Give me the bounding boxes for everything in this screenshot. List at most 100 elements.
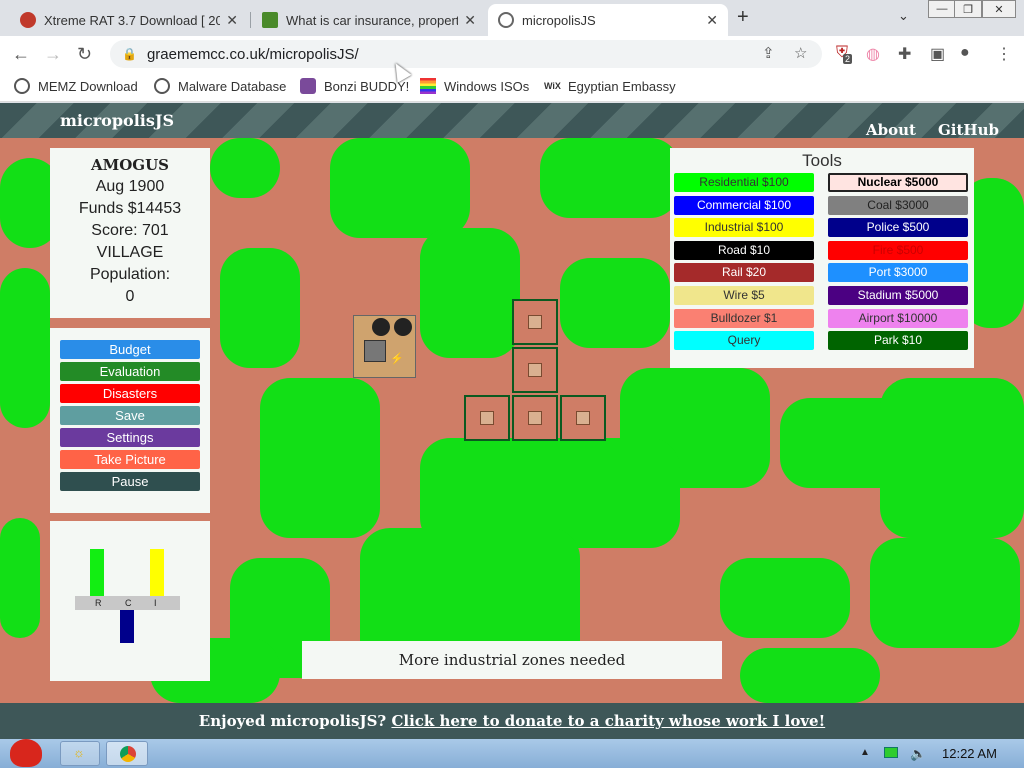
- taskbar-chrome[interactable]: [106, 741, 148, 766]
- taskbar-clock[interactable]: 12:22 AM: [942, 746, 997, 761]
- save-button[interactable]: Save: [60, 406, 200, 425]
- industrial-zone[interactable]: [512, 299, 558, 345]
- industrial-zone[interactable]: [560, 395, 606, 441]
- angry-bird-start-icon: [10, 739, 42, 767]
- tab-car-insurance[interactable]: What is car insurance, propert ✕: [252, 4, 486, 36]
- disasters-button[interactable]: Disasters: [60, 384, 200, 403]
- profile-avatar-icon[interactable]: ●: [960, 44, 970, 62]
- globe-icon: [14, 78, 30, 94]
- industrial-zone[interactable]: [512, 347, 558, 393]
- tool-commercial-button[interactable]: Commercial $100: [674, 195, 814, 215]
- back-arrow-icon[interactable]: ←: [12, 44, 30, 65]
- coal-power-plant[interactable]: ⚡: [353, 315, 416, 378]
- tool-wire-button[interactable]: Wire $5: [674, 286, 814, 305]
- micropolis-page: ⚡ micropolisJS About GitHub AMOGUS Aug 1…: [0, 103, 1024, 703]
- extension-flag-icon[interactable]: ◍: [866, 44, 880, 64]
- extensions-puzzle-icon[interactable]: ✚: [898, 44, 911, 64]
- tool-airport-button[interactable]: Airport $10000: [828, 308, 968, 328]
- rci-label-r: R: [95, 598, 102, 608]
- about-link[interactable]: About: [866, 121, 916, 139]
- rainbow-flag-icon: [420, 78, 436, 94]
- tool-fire-button[interactable]: Fire $500: [828, 240, 968, 260]
- tool-bulldozer-button[interactable]: Bulldozer $1: [674, 308, 814, 328]
- budget-button[interactable]: Budget: [60, 340, 200, 359]
- tool-park-button[interactable]: Park $10: [828, 331, 968, 351]
- bookmarks-bar: MEMZ Download Malware Database Bonzi BUD…: [0, 72, 1024, 102]
- restore-window-icon[interactable]: ❐: [954, 0, 982, 18]
- minimize-window-icon[interactable]: —: [928, 0, 956, 18]
- bookmark-egyptian-embassy[interactable]: WiX Egyptian Embassy: [544, 78, 676, 94]
- population-value: 0: [125, 288, 135, 305]
- bookmark-malware-database[interactable]: Malware Database: [154, 78, 286, 94]
- url-text[interactable]: graememcc.co.uk/micropolisJS/: [147, 46, 359, 63]
- industrial-zone[interactable]: [464, 395, 510, 441]
- footer-prefix: Enjoyed micropolisJS?: [198, 712, 387, 730]
- reload-icon[interactable]: ↻: [77, 44, 92, 65]
- new-tab-plus-icon[interactable]: +: [737, 6, 749, 29]
- close-window-icon[interactable]: ✕: [982, 0, 1016, 18]
- bookmark-memz[interactable]: MEMZ Download: [14, 78, 138, 94]
- pause-button[interactable]: Pause: [60, 472, 200, 491]
- site-logo[interactable]: micropolisJS: [60, 111, 174, 130]
- tool-query-button[interactable]: Query: [674, 331, 814, 351]
- wix-icon: WiX: [544, 81, 561, 91]
- taskbar-explorer[interactable]: ☼: [60, 741, 100, 766]
- rci-label-i: I: [154, 598, 157, 608]
- globe-icon: [498, 12, 514, 28]
- donate-link[interactable]: Click here to donate to a charity whose …: [391, 712, 825, 730]
- donate-footer: Enjoyed micropolisJS? Click here to dona…: [0, 703, 1024, 739]
- rci-demand-panel: R C I: [50, 521, 210, 681]
- tool-residential-button[interactable]: Residential $100: [674, 173, 814, 192]
- github-link[interactable]: GitHub: [938, 121, 999, 139]
- tool-industrial-button[interactable]: Industrial $100: [674, 218, 814, 238]
- take-picture-button[interactable]: Take Picture: [60, 450, 200, 469]
- status-message: More industrial zones needed: [302, 641, 722, 679]
- city-class: VILLAGE: [96, 244, 164, 261]
- side-panel-icon[interactable]: ▣: [930, 44, 945, 64]
- site-header: micropolisJS About GitHub: [0, 103, 1024, 139]
- tool-police-button[interactable]: Police $500: [828, 218, 968, 238]
- industrial-demand-bar: [150, 549, 164, 596]
- tool-rail-button[interactable]: Rail $20: [674, 263, 814, 283]
- evaluation-button[interactable]: Evaluation: [60, 362, 200, 381]
- start-button[interactable]: [4, 735, 48, 768]
- tray-expand-icon[interactable]: ▲: [860, 747, 870, 758]
- grass-terrain: [880, 378, 1024, 538]
- tab-xtreme-rat[interactable]: Xtreme RAT 3.7 Download [ 20 ✕: [10, 4, 248, 36]
- tab-divider: [250, 12, 251, 28]
- settings-button[interactable]: Settings: [60, 428, 200, 447]
- forward-arrow-icon[interactable]: →: [44, 44, 62, 65]
- tool-stadium-button[interactable]: Stadium $5000: [828, 286, 968, 305]
- tab-search-chevron-icon[interactable]: ⌄: [898, 8, 909, 24]
- bookmark-bonzi-buddy[interactable]: Bonzi BUDDY!: [300, 78, 409, 94]
- grass-terrain: [260, 378, 380, 538]
- bookmark-star-icon[interactable]: ☆: [794, 44, 807, 62]
- tool-nuclear-button[interactable]: Nuclear $5000: [828, 173, 968, 192]
- grass-terrain: [540, 138, 680, 218]
- industrial-zone[interactable]: [512, 395, 558, 441]
- grass-terrain: [0, 268, 50, 428]
- close-tab-icon[interactable]: ✕: [706, 12, 718, 29]
- game-date: Aug 1900: [95, 178, 165, 195]
- tool-road-button[interactable]: Road $10: [674, 240, 814, 260]
- extension-badge: 2: [843, 54, 853, 64]
- commercial-demand-bar: [120, 610, 134, 643]
- share-icon[interactable]: ⇪: [762, 44, 775, 62]
- game-menu-panel: Budget Evaluation Disasters Save Setting…: [50, 328, 210, 513]
- address-bar[interactable]: 🔒 graememcc.co.uk/micropolisJS/: [110, 40, 822, 68]
- grass-terrain: [220, 248, 300, 368]
- volume-icon[interactable]: 🔈: [910, 746, 926, 762]
- grass-terrain: [420, 228, 520, 358]
- tool-port-button[interactable]: Port $3000: [828, 263, 968, 283]
- tab-micropolisjs[interactable]: micropolisJS ✕: [488, 4, 728, 36]
- close-tab-icon[interactable]: ✕: [464, 12, 476, 29]
- more-menu-icon[interactable]: ⋮: [996, 44, 1012, 64]
- bookmark-windows-isos[interactable]: Windows ISOs: [420, 78, 529, 94]
- lock-icon[interactable]: 🔒: [122, 47, 137, 61]
- close-tab-icon[interactable]: ✕: [226, 12, 238, 29]
- network-icon[interactable]: [884, 747, 898, 758]
- city-info-panel: AMOGUS Aug 1900 Funds $14453 Score: 701 …: [50, 148, 210, 318]
- grass-terrain: [720, 558, 850, 638]
- tool-coal-button[interactable]: Coal $3000: [828, 195, 968, 215]
- population-label: Population:: [89, 266, 171, 283]
